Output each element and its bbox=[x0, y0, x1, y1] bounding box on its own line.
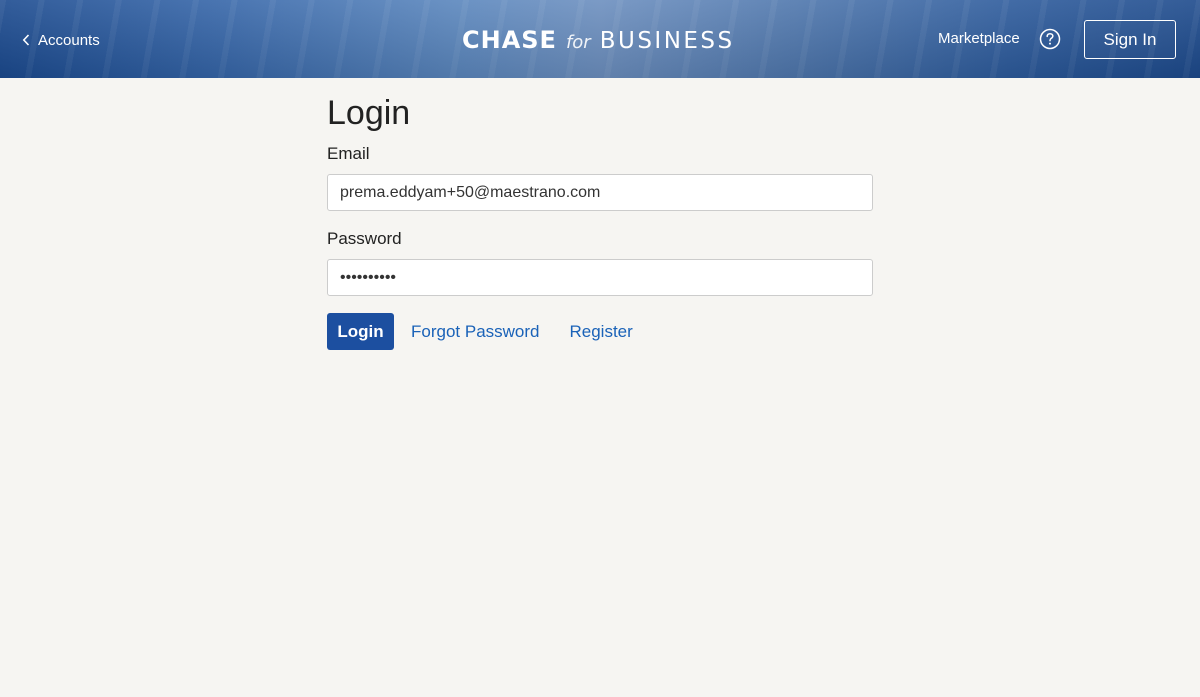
back-to-accounts-link[interactable]: Accounts bbox=[22, 29, 100, 51]
chase-for-business-logo: CHASE for BUSINESS bbox=[462, 26, 735, 54]
question-circle-icon[interactable] bbox=[1039, 28, 1061, 50]
email-field[interactable] bbox=[327, 174, 873, 211]
chevron-left-icon bbox=[22, 34, 30, 46]
email-label: Email bbox=[327, 144, 370, 163]
forgot-password-link[interactable]: Forgot Password bbox=[411, 322, 540, 342]
marketplace-link[interactable]: Marketplace bbox=[938, 30, 1020, 47]
top-header: Accounts CHASE for BUSINESS Marketplace … bbox=[0, 0, 1200, 78]
form-actions: Login Forgot Password Register bbox=[327, 313, 873, 350]
back-link-label: Accounts bbox=[38, 31, 100, 49]
register-link[interactable]: Register bbox=[570, 322, 633, 342]
password-field[interactable] bbox=[327, 259, 873, 296]
sign-in-button[interactable]: Sign In bbox=[1084, 20, 1176, 59]
password-label: Password bbox=[327, 229, 402, 248]
logo-for: for bbox=[565, 32, 591, 53]
logo-chase: CHASE bbox=[462, 26, 557, 54]
logo-business: BUSINESS bbox=[599, 28, 735, 54]
login-button[interactable]: Login bbox=[327, 313, 394, 350]
login-form: Login Email Password Login Forgot Passwo… bbox=[327, 92, 873, 350]
page-title: Login bbox=[327, 94, 411, 132]
